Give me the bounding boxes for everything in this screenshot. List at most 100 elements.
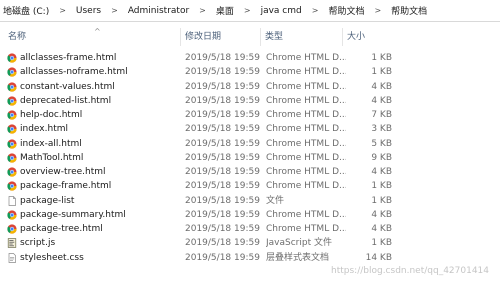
- breadcrumb-separator-icon[interactable]: >: [52, 6, 73, 15]
- file-name: index-all.html: [20, 138, 82, 149]
- file-type: Chrome HTML D...: [266, 224, 346, 234]
- column-type-label: 类型: [265, 32, 284, 42]
- file-row[interactable]: package-summary.html 2019/5/18 19:59 Chrom…: [0, 208, 500, 222]
- chrome-html-icon: [7, 210, 17, 220]
- file-size: 4 KB: [371, 209, 392, 220]
- breadcrumb-separator-icon[interactable]: >: [237, 6, 258, 15]
- chrome-html-icon: [7, 81, 17, 92]
- breadcrumb-item[interactable]: Administrator: [125, 6, 192, 16]
- chrome-html-icon: [7, 167, 17, 177]
- file-name: package-list: [20, 195, 75, 206]
- file-modified-date: 2019/5/18 19:59: [185, 138, 260, 149]
- file-size: 9 KB: [371, 152, 392, 163]
- breadcrumb-separator-icon[interactable]: >: [305, 6, 326, 15]
- file-type: 文件: [266, 195, 285, 206]
- chrome-html-icon: [7, 138, 17, 149]
- file-type: Chrome HTML D...: [266, 138, 346, 149]
- column-size-header[interactable]: 大小: [342, 28, 398, 46]
- file-type: Chrome HTML D...: [266, 181, 346, 192]
- file-size: 14 KB: [365, 252, 392, 263]
- file-size: 1 KB: [371, 238, 392, 249]
- file-size: 3 KB: [371, 124, 392, 135]
- column-size-label: 大小: [347, 32, 366, 42]
- breadcrumb-item-label: Administrator: [127, 5, 190, 16]
- file-modified-date: 2019/5/18 19:59: [185, 238, 260, 249]
- file-size: 4 KB: [371, 224, 392, 234]
- file-modified-date: 2019/5/18 19:59: [185, 195, 260, 206]
- file-row[interactable]: constant-values.html 2019/5/18 19:59 Chrom…: [0, 80, 500, 94]
- file-type: 层叠样式表文档: [266, 252, 330, 263]
- file-row[interactable]: allclasses-frame.html 2019/5/18 19:59 Chro…: [0, 51, 500, 65]
- breadcrumb-item-label: 帮助文档: [328, 7, 365, 17]
- file-name: package-summary.html: [20, 209, 126, 220]
- file-name: script.js: [20, 238, 56, 249]
- file-row[interactable]: package-tree.html 2019/5/18 19:59 Chrome H…: [0, 222, 500, 236]
- file-name: constant-values.html: [20, 81, 115, 92]
- file-size: 7 KB: [371, 110, 392, 120]
- file-size: 4 KB: [371, 95, 392, 106]
- column-header: 名称 ^ 修改日期 类型 大小: [0, 27, 500, 46]
- file-modified-date: 2019/5/18 19:59: [185, 224, 260, 234]
- file-modified-date: 2019/5/18 19:59: [185, 181, 260, 192]
- breadcrumb-separator-icon[interactable]: >: [192, 6, 213, 15]
- chrome-html-icon: [7, 53, 17, 63]
- breadcrumb-item-label: java cmd: [260, 5, 302, 16]
- file-size: 1 KB: [371, 67, 392, 78]
- column-name-header[interactable]: 名称 ^: [4, 27, 180, 46]
- file-row[interactable]: allclasses-noframe.html 2019/5/18 19:59 Ch…: [0, 65, 500, 79]
- breadcrumb-item-label: 地磁盘 (C:): [3, 7, 50, 17]
- file-name: help-doc.html: [20, 110, 83, 120]
- file-name: package-frame.html: [20, 181, 112, 192]
- file-size: 1 KB: [371, 53, 392, 63]
- chrome-html-icon: [7, 110, 17, 120]
- breadcrumb-item-label: 帮助文档: [391, 7, 428, 17]
- file-row[interactable]: package-frame.html 2019/5/18 19:59 Chrome …: [0, 179, 500, 193]
- file-type: Chrome HTML D...: [266, 67, 346, 78]
- breadcrumb-item[interactable]: 帮助文档: [325, 4, 367, 17]
- file-name: overview-tree.html: [20, 167, 106, 177]
- breadcrumb-item[interactable]: 桌面: [213, 4, 237, 17]
- column-name-label: 名称: [8, 32, 27, 42]
- file-row[interactable]: overview-tree.html 2019/5/18 19:59 Chrome …: [0, 165, 500, 179]
- breadcrumb-separator-icon[interactable]: >: [104, 6, 125, 15]
- file-size: 1 KB: [371, 195, 392, 206]
- file-name: stylesheet.css: [20, 252, 84, 263]
- file-size: 5 KB: [371, 138, 392, 149]
- breadcrumb-item[interactable]: 帮助文档: [388, 4, 430, 17]
- file-row[interactable]: index-all.html 2019/5/18 19:59 Chrome HTML…: [0, 137, 500, 151]
- column-date-header[interactable]: 修改日期: [180, 28, 260, 46]
- file-row[interactable]: help-doc.html 2019/5/18 19:59 Chrome HTML …: [0, 108, 500, 122]
- file-type: Chrome HTML D...: [266, 110, 346, 120]
- chrome-html-icon: [7, 96, 17, 106]
- file-row[interactable]: script.js 2019/5/18 19:59 JavaScript 文件 1 K…: [0, 236, 500, 250]
- file-modified-date: 2019/5/18 19:59: [185, 81, 260, 92]
- column-date-label: 修改日期: [185, 32, 222, 42]
- chrome-html-icon: [7, 124, 17, 134]
- file-type: JavaScript 文件: [266, 238, 332, 249]
- chrome-html-icon: [7, 224, 17, 234]
- file-icon: [7, 195, 17, 206]
- breadcrumb-item-label: Users: [75, 5, 102, 16]
- file-row[interactable]: package-list 2019/5/18 19:59 文件 1 KB: [0, 194, 500, 208]
- file-name: package-tree.html: [20, 224, 103, 234]
- file-row[interactable]: index.html 2019/5/18 19:59 Chrome HTML D..…: [0, 122, 500, 136]
- chrome-html-icon: [7, 67, 17, 77]
- file-type: Chrome HTML D...: [266, 95, 346, 106]
- file-type: Chrome HTML D...: [266, 209, 346, 220]
- file-modified-date: 2019/5/18 19:59: [185, 53, 260, 63]
- file-type: Chrome HTML D...: [266, 167, 346, 177]
- file-row[interactable]: deprecated-list.html 2019/5/18 19:59 Chrom…: [0, 94, 500, 108]
- chrome-html-icon: [7, 153, 17, 163]
- file-modified-date: 2019/5/18 19:59: [185, 110, 260, 120]
- file-row[interactable]: stylesheet.css 2019/5/18 19:59 层叠样式表文档 14 K…: [0, 251, 500, 265]
- breadcrumb-separator-icon[interactable]: >: [367, 6, 388, 15]
- breadcrumb-item[interactable]: 地磁盘 (C:): [0, 4, 52, 17]
- file-size: 1 KB: [371, 181, 392, 192]
- breadcrumb-item[interactable]: java cmd: [258, 6, 305, 16]
- file-modified-date: 2019/5/18 19:59: [185, 95, 260, 106]
- file-size: 4 KB: [371, 167, 392, 177]
- file-row[interactable]: MathTool.html 2019/5/18 19:59 Chrome HTML …: [0, 151, 500, 165]
- breadcrumb-item[interactable]: Users: [73, 6, 104, 16]
- column-type-header[interactable]: 类型: [260, 28, 342, 46]
- breadcrumb: 地磁盘 (C:) > Users > Administrator > 桌面 > java cmd…: [0, 0, 500, 22]
